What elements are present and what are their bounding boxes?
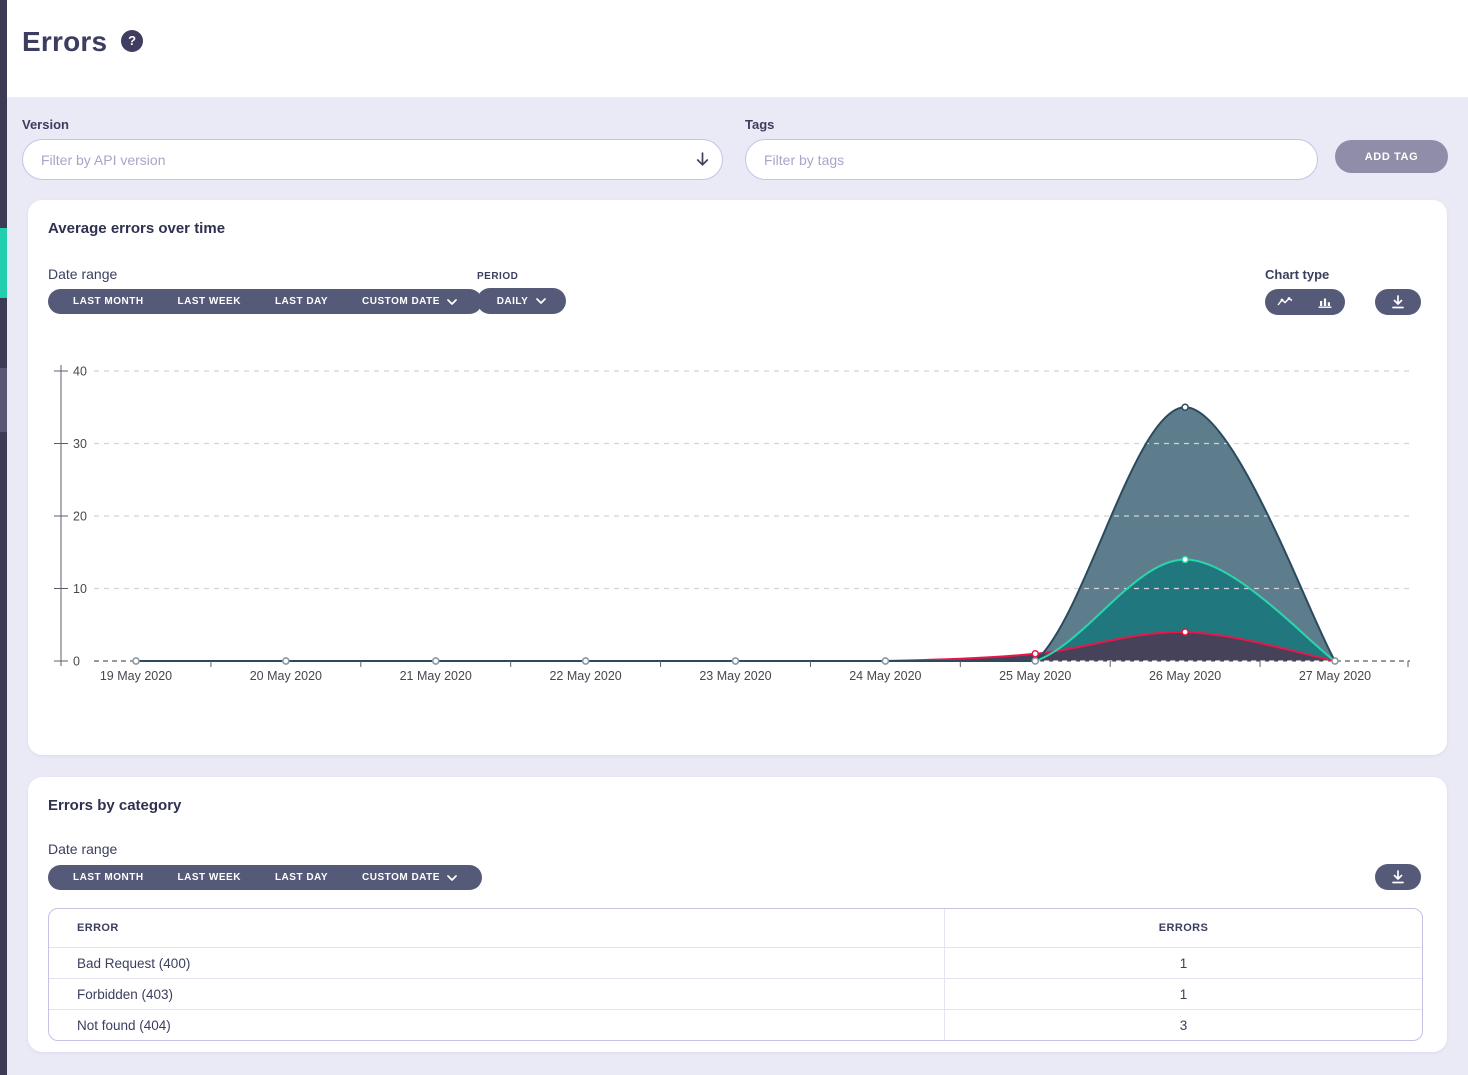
date-range-label: Date range bbox=[48, 841, 117, 857]
error-count-cell: 3 bbox=[945, 1010, 1423, 1041]
tags-filter-input[interactable] bbox=[745, 139, 1318, 180]
svg-text:22 May 2020: 22 May 2020 bbox=[549, 669, 621, 683]
card-title: Errors by category bbox=[48, 797, 181, 814]
page-title-text: Errors bbox=[22, 26, 107, 57]
version-filter-input[interactable] bbox=[22, 139, 723, 180]
error-count-cell: 1 bbox=[945, 948, 1423, 979]
svg-text:25 May 2020: 25 May 2020 bbox=[999, 669, 1071, 683]
svg-text:20 May 2020: 20 May 2020 bbox=[250, 669, 322, 683]
svg-text:26 May 2020: 26 May 2020 bbox=[1149, 669, 1221, 683]
svg-text:27 May 2020: 27 May 2020 bbox=[1299, 669, 1371, 683]
page-title: Errors? bbox=[22, 26, 143, 58]
download-icon bbox=[1391, 870, 1405, 884]
errors-by-category-card: Errors by category Date range LAST MONTH… bbox=[28, 777, 1447, 1052]
svg-text:19 May 2020: 19 May 2020 bbox=[100, 669, 172, 683]
table-row: Forbidden (403)1 bbox=[49, 979, 1422, 1010]
error-count-cell: 1 bbox=[945, 979, 1423, 1010]
date-range-custom-date-button[interactable]: CUSTOM DATE bbox=[345, 865, 474, 890]
svg-text:20: 20 bbox=[73, 510, 87, 524]
table-header-row: ERROR ERRORS bbox=[49, 909, 1422, 948]
svg-text:23 May 2020: 23 May 2020 bbox=[699, 669, 771, 683]
date-range-last-month-button[interactable]: LAST MONTH bbox=[56, 865, 161, 890]
error-name-cell: Forbidden (403) bbox=[49, 979, 945, 1010]
download-table-button[interactable] bbox=[1375, 864, 1421, 890]
column-header-error: ERROR bbox=[49, 909, 945, 948]
table-row: Not found (404)3 bbox=[49, 1010, 1422, 1041]
sidebar-scroll-thumb bbox=[0, 368, 7, 432]
svg-text:30: 30 bbox=[73, 437, 87, 451]
collapsed-sidebar bbox=[0, 0, 7, 1075]
svg-text:0: 0 bbox=[73, 655, 80, 669]
column-header-errors: ERRORS bbox=[945, 909, 1423, 948]
svg-text:21 May 2020: 21 May 2020 bbox=[400, 669, 472, 683]
errors-over-time-chart: 0 10 20 30 40 19 May 2020 20 May 2020 21 May 20… bbox=[28, 200, 1447, 755]
svg-text:10: 10 bbox=[73, 582, 87, 596]
svg-text:24 May 2020: 24 May 2020 bbox=[849, 669, 921, 683]
svg-text:40: 40 bbox=[73, 365, 87, 379]
help-icon[interactable]: ? bbox=[121, 30, 143, 52]
errors-over-time-card: Average errors over time Date range LAST… bbox=[28, 200, 1447, 755]
dropdown-arrow-icon[interactable] bbox=[694, 151, 711, 168]
version-label: Version bbox=[22, 117, 69, 132]
error-name-cell: Not found (404) bbox=[49, 1010, 945, 1041]
sidebar-active-indicator bbox=[0, 228, 7, 298]
table-row: Bad Request (400)1 bbox=[49, 948, 1422, 979]
tags-label: Tags bbox=[745, 117, 774, 132]
date-range-last-day-button[interactable]: LAST DAY bbox=[258, 865, 345, 890]
date-range-button-group: LAST MONTHLAST WEEKLAST DAYCUSTOM DATE bbox=[48, 865, 482, 890]
add-tag-button[interactable]: ADD TAG bbox=[1335, 140, 1448, 173]
date-range-last-week-button[interactable]: LAST WEEK bbox=[161, 865, 258, 890]
chevron-down-icon bbox=[447, 875, 457, 881]
errors-table: ERROR ERRORS Bad Request (400)1Forbidden… bbox=[48, 908, 1423, 1041]
error-name-cell: Bad Request (400) bbox=[49, 948, 945, 979]
top-header: Errors? bbox=[7, 0, 1468, 97]
